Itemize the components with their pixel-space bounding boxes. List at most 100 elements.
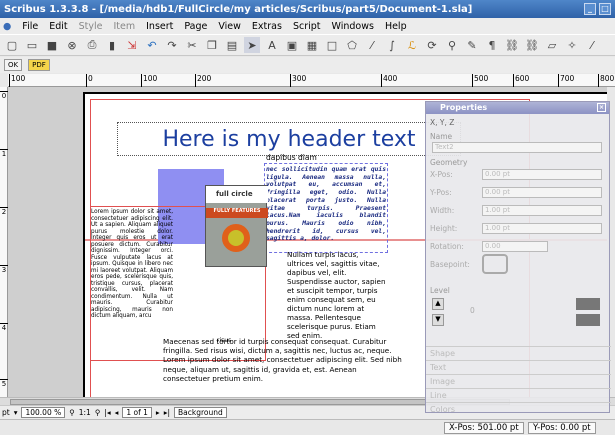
vertical-ruler: 0 1 2 3 4 5 — [0, 87, 8, 397]
copy-properties-icon[interactable]: ✧ — [564, 37, 580, 53]
colors-section[interactable]: Colors — [426, 402, 611, 416]
first-page-icon[interactable]: |◂ — [104, 408, 110, 417]
text-section[interactable]: Text — [426, 360, 611, 374]
link-frames-icon[interactable]: ⛓ — [504, 37, 520, 53]
edit-contents-icon[interactable]: ✎ — [464, 37, 480, 53]
coordinates-bar: X-Pos: 501.00 pt Y-Pos: 0.00 pt — [0, 419, 615, 435]
freehand-icon[interactable]: ℒ — [404, 37, 420, 53]
ruler-label: 5 — [0, 379, 8, 388]
zoom-in-icon[interactable]: ⚲ — [95, 408, 101, 417]
minimize-icon[interactable]: _ — [584, 3, 596, 15]
zoom-out-icon[interactable]: ⚲ — [69, 408, 75, 417]
ruler-label: 4 — [0, 323, 8, 332]
pdf-button[interactable]: PDF — [28, 59, 50, 71]
basepoint-selector[interactable] — [482, 254, 508, 274]
undo-icon[interactable]: ↶ — [144, 37, 160, 53]
export-pdf-icon[interactable]: ⇲ — [124, 37, 140, 53]
bezier-icon[interactable]: ∫ — [384, 37, 400, 53]
header-text-frame[interactable]: Here is my header text — [117, 122, 461, 156]
menu-file[interactable]: File — [22, 21, 38, 32]
magazine-image-frame[interactable]: full circle FULLY FEATURES — [205, 185, 268, 267]
edit-text-icon[interactable]: ¶ — [484, 37, 500, 53]
name-field[interactable]: Text2 — [432, 142, 602, 153]
save-icon[interactable]: ■ — [44, 37, 60, 53]
text-frame-dapibus[interactable]: dapibus diam — [266, 153, 317, 162]
ruler-label: 600 — [513, 74, 529, 87]
ok-button[interactable]: OK — [4, 59, 23, 71]
ypos-label: Y-Pos: — [430, 188, 452, 197]
pdf-toolbar: OK PDF — [0, 57, 615, 73]
level-up-button[interactable]: ▲ — [432, 298, 444, 310]
chevron-down-icon[interactable]: ▾ — [14, 408, 18, 417]
image-section[interactable]: Image — [426, 374, 611, 388]
xyz-tab[interactable]: X, Y, Z — [430, 118, 454, 127]
menu-insert[interactable]: Insert — [146, 21, 173, 32]
page-select[interactable]: 1 of 1 — [122, 407, 152, 418]
cut-icon[interactable]: ✂ — [184, 37, 200, 53]
print-icon[interactable]: ⎙ — [84, 37, 100, 53]
ruler-label: 700 — [558, 74, 574, 87]
height-field[interactable]: 1.00 pt — [482, 223, 602, 234]
lock-icon[interactable] — [576, 314, 600, 326]
ruler-label: 3 — [0, 265, 8, 274]
flip-icon[interactable] — [576, 298, 600, 310]
level-down-button[interactable]: ▼ — [432, 314, 444, 326]
preflight-icon[interactable]: ▮ — [104, 37, 120, 53]
zoom-scale[interactable]: 1:1 — [79, 408, 91, 417]
rotate-icon[interactable]: ⟳ — [424, 37, 440, 53]
geometry-group-label: Geometry — [430, 158, 468, 167]
table-icon[interactable]: ▦ — [304, 37, 320, 53]
paste-icon[interactable]: ▤ — [224, 37, 240, 53]
width-label: Width: — [430, 206, 455, 215]
magazine-brand: full circle — [206, 186, 268, 203]
ypos-field[interactable]: 0.00 pt — [482, 187, 602, 198]
text-frame-right-column[interactable]: nec sollicitudin quam erat quis ligula. … — [266, 166, 386, 243]
close-icon[interactable]: × — [597, 103, 606, 112]
eyedropper-icon[interactable]: ⁄ — [584, 37, 600, 53]
menu-script[interactable]: Script — [293, 21, 321, 32]
rotation-field[interactable]: 0.00 — [482, 241, 548, 252]
line-icon[interactable]: ⁄ — [364, 37, 380, 53]
close-icon[interactable]: ⊗ — [64, 37, 80, 53]
unlink-frames-icon[interactable]: ⛓ — [524, 37, 540, 53]
layer-select[interactable]: Background — [173, 407, 227, 418]
new-document-icon[interactable]: ▢ — [4, 37, 20, 53]
menu-windows[interactable]: Windows — [332, 21, 374, 32]
menu-help[interactable]: Help — [385, 21, 407, 32]
menu-item[interactable]: Item — [113, 21, 135, 32]
polygon-icon[interactable]: ⬠ — [344, 37, 360, 53]
name-group-label: Name — [430, 132, 453, 141]
ruler-label: 200 — [195, 74, 211, 87]
shape-icon[interactable]: □ — [324, 37, 340, 53]
text-frame-icon[interactable]: A — [264, 37, 280, 53]
menu-page[interactable]: Page — [184, 21, 207, 32]
unit-select[interactable]: pt — [2, 408, 10, 417]
copy-icon[interactable]: ❐ — [204, 37, 220, 53]
last-page-icon[interactable]: ▸| — [164, 408, 170, 417]
basepoint-label: Basepoint: — [430, 260, 470, 269]
menu-edit[interactable]: Edit — [49, 21, 67, 32]
prev-page-icon[interactable]: ◂ — [115, 408, 119, 417]
line-section[interactable]: Line — [426, 388, 611, 402]
x-position-readout: X-Pos: 501.00 pt — [444, 422, 524, 434]
maximize-icon[interactable]: □ — [599, 3, 611, 15]
menu-style[interactable]: Style — [79, 21, 103, 32]
measure-icon[interactable]: ▱ — [544, 37, 560, 53]
shape-section[interactable]: Shape — [426, 346, 611, 360]
image-frame-icon[interactable]: ▣ — [284, 37, 300, 53]
level-value: 0 — [470, 306, 475, 315]
width-field[interactable]: 1.00 pt — [482, 205, 602, 216]
text-frame-bottom[interactable]: Maecenas sed tortor id turpis consequat … — [163, 337, 403, 383]
text-frame-right-column-2[interactable]: Nullam turpis lacus, ultrices vel, sagit… — [287, 250, 386, 340]
menu-extras[interactable]: Extras — [252, 21, 282, 32]
redo-icon[interactable]: ↷ — [164, 37, 180, 53]
magazine-cover-art — [222, 224, 250, 252]
open-folder-icon[interactable]: ▭ — [24, 37, 40, 53]
level-group-label: Level — [430, 286, 450, 295]
zoom-field[interactable]: 100.00 % — [21, 407, 66, 418]
zoom-icon[interactable]: ⚲ — [444, 37, 460, 53]
select-tool-icon[interactable]: ➤ — [244, 37, 260, 53]
next-page-icon[interactable]: ▸ — [156, 408, 160, 417]
menu-view[interactable]: View — [218, 21, 241, 32]
xpos-field[interactable]: 0.00 pt — [482, 169, 602, 180]
